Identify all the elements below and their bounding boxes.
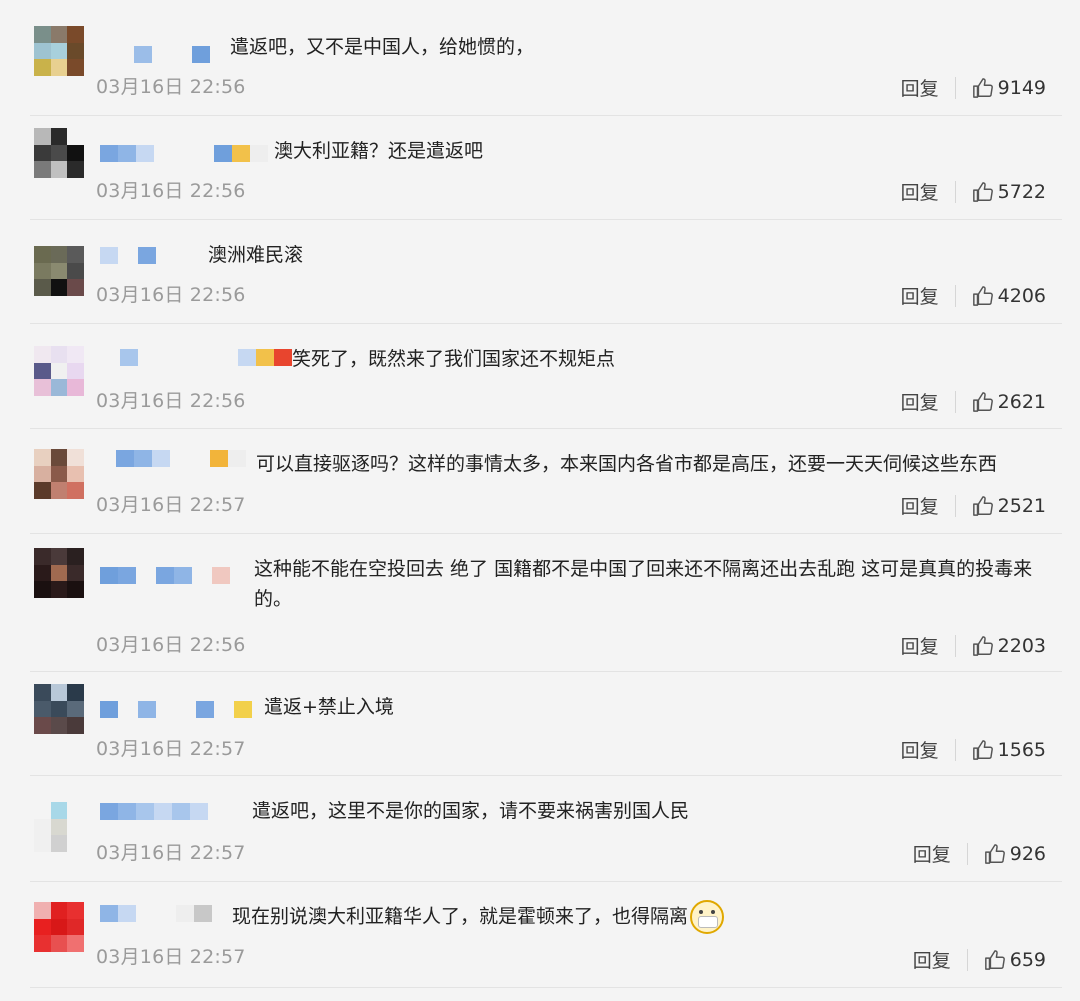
comment-item: 遣返吧，又不是中国人，给她惯的， 03月16日 22:56 回复 9149 — [0, 0, 1080, 116]
comment-text: 可以直接驱逐吗？这样的事情太多，本来国内各省市都是高压，还要一天天伺候这些东西 — [256, 453, 998, 475]
comment-text: 遣返+禁止入境 — [264, 696, 394, 718]
comment-time: 03月16日 22:57 — [96, 842, 246, 864]
comment-list: 遣返吧，又不是中国人，给她惯的， 03月16日 22:56 回复 9149 澳大… — [0, 0, 1080, 1001]
comment-text: 现在别说澳大利亚籍华人了，就是霍顿来了，也得隔离 — [232, 900, 725, 934]
comment-item: 澳洲难民滚 03月16日 22:56 回复 4206 — [0, 220, 1080, 324]
comment-text: 澳大利亚籍？还是遣返吧 — [274, 140, 484, 162]
username[interactable] — [100, 700, 252, 718]
comment-time: 03月16日 22:57 — [96, 946, 246, 968]
comment-item: 遣返吧，这里不是你的国家，请不要来祸害别国人民 03月16日 22:57 回复 … — [0, 776, 1080, 882]
avatar[interactable] — [34, 902, 84, 952]
comment-time: 03月16日 22:56 — [96, 390, 246, 412]
reply-button[interactable]: 回复 — [901, 74, 939, 101]
username[interactable] — [100, 144, 268, 162]
reply-button[interactable]: 回复 — [901, 632, 939, 659]
reply-button[interactable]: 回复 — [901, 388, 939, 415]
comment-item: 可以直接驱逐吗？这样的事情太多，本来国内各省市都是高压，还要一天天伺候这些东西 … — [0, 429, 1080, 534]
username[interactable] — [116, 449, 246, 467]
reply-button[interactable]: 回复 — [901, 736, 939, 763]
username[interactable] — [100, 802, 208, 820]
avatar[interactable] — [34, 548, 84, 598]
like-count: 2203 — [997, 634, 1046, 657]
reply-button[interactable]: 回复 — [901, 178, 939, 205]
avatar[interactable] — [34, 684, 84, 734]
divider — [954, 76, 956, 99]
thumbs-up-icon[interactable] — [972, 285, 994, 307]
thumbs-up-icon[interactable] — [972, 391, 994, 413]
divider — [966, 948, 968, 971]
thumbs-up-icon[interactable] — [984, 843, 1006, 865]
avatar[interactable] — [34, 246, 84, 296]
comment-actions: 回复 2521 — [901, 492, 1046, 519]
comment-text: 这种能不能在空投回去 绝了 国籍都不是中国了回来还不隔离还出去乱跑 这可是真真的… — [254, 558, 1033, 610]
comment-text: 笑死了，既然来了我们国家还不规矩点 — [292, 348, 616, 370]
like-count: 5722 — [997, 180, 1046, 203]
comment-text-content: 现在别说澳大利亚籍华人了，就是霍顿来了，也得隔离 — [232, 905, 689, 928]
comment-text: 遣返吧，这里不是你的国家，请不要来祸害别国人民 — [252, 800, 690, 822]
username[interactable] — [134, 45, 210, 63]
comment-item: 笑死了，既然来了我们国家还不规矩点 03月16日 22:56 回复 2621 — [0, 324, 1080, 429]
avatar[interactable] — [34, 346, 84, 396]
comment-text: 遣返吧，又不是中国人，给她惯的， — [230, 36, 535, 58]
divider — [954, 738, 956, 761]
comment-actions: 回复 1565 — [901, 736, 1046, 763]
reply-button[interactable]: 回复 — [901, 492, 939, 519]
thumbs-up-icon[interactable] — [972, 495, 994, 517]
divider — [954, 390, 956, 413]
comment-item: 澳大利亚籍？还是遣返吧 03月16日 22:56 回复 5722 — [0, 116, 1080, 220]
like-count: 4206 — [997, 284, 1046, 307]
like-count: 2521 — [997, 494, 1046, 517]
comment-item: 现在别说澳大利亚籍华人了，就是霍顿来了，也得隔离 03月16日 22:57 回复… — [0, 882, 1080, 988]
avatar[interactable] — [34, 128, 84, 178]
like-count: 1565 — [997, 738, 1046, 761]
comment-actions: 回复 9149 — [901, 74, 1046, 101]
thumbs-up-icon[interactable] — [972, 635, 994, 657]
comment-actions: 回复 926 — [913, 840, 1046, 867]
like-count: 2621 — [997, 390, 1046, 413]
divider — [954, 180, 956, 203]
username[interactable] — [100, 348, 292, 366]
like-count: 659 — [1009, 948, 1046, 971]
divider — [966, 842, 968, 865]
comment-actions: 回复 5722 — [901, 178, 1046, 205]
comment-actions: 回复 2621 — [901, 388, 1046, 415]
reply-button[interactable]: 回复 — [913, 840, 951, 867]
avatar[interactable] — [34, 449, 84, 499]
comment-text: 澳洲难民滚 — [208, 244, 304, 266]
username[interactable] — [100, 246, 156, 264]
comment-time: 03月16日 22:57 — [96, 494, 246, 516]
mask-emoji-icon — [690, 900, 725, 934]
avatar[interactable] — [34, 802, 84, 852]
comment-item: 遣返+禁止入境 03月16日 22:57 回复 1565 — [0, 672, 1080, 776]
username[interactable] — [100, 904, 212, 922]
thumbs-up-icon[interactable] — [972, 181, 994, 203]
thumbs-up-icon[interactable] — [972, 739, 994, 761]
divider — [954, 494, 956, 517]
avatar[interactable] — [34, 26, 84, 76]
thumbs-up-icon[interactable] — [984, 949, 1006, 971]
username[interactable] — [100, 566, 230, 584]
comment-time: 03月16日 22:56 — [96, 284, 246, 306]
comment-actions: 回复 4206 — [901, 282, 1046, 309]
reply-button[interactable]: 回复 — [901, 282, 939, 309]
comment-actions: 回复 659 — [913, 946, 1046, 973]
comment-time: 03月16日 22:56 — [96, 180, 246, 202]
comment-time: 03月16日 22:56 — [96, 76, 246, 98]
like-count: 9149 — [997, 76, 1046, 99]
divider — [954, 284, 956, 307]
like-count: 926 — [1009, 842, 1046, 865]
comment-actions: 回复 2203 — [901, 632, 1046, 659]
thumbs-up-icon[interactable] — [972, 77, 994, 99]
comment-time: 03月16日 22:56 — [96, 634, 246, 656]
divider — [954, 634, 956, 657]
reply-button[interactable]: 回复 — [913, 946, 951, 973]
comment-item: 这种能不能在空投回去 绝了 国籍都不是中国了回来还不隔离还出去乱跑 这可是真真的… — [0, 534, 1080, 672]
comment-time: 03月16日 22:57 — [96, 738, 246, 760]
